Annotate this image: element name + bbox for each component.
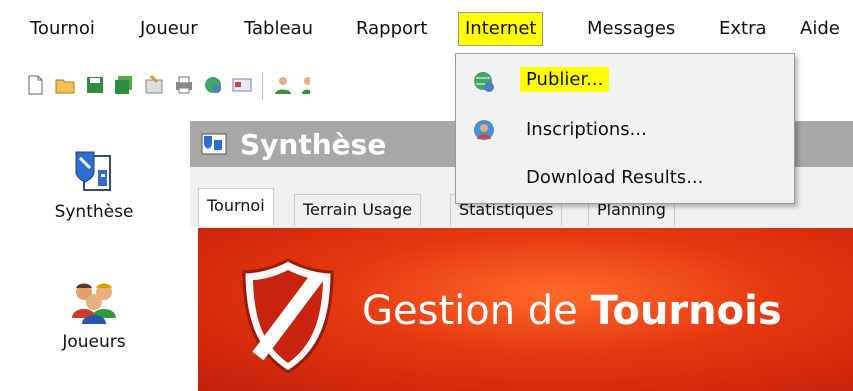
open-folder-icon[interactable]	[54, 74, 76, 96]
menu-aide[interactable]: Aide	[800, 14, 840, 44]
card-icon[interactable]	[231, 74, 253, 96]
sidebar-item-label: Joueurs	[62, 332, 126, 352]
toolbar-separator	[262, 72, 263, 100]
sidebar-item-joueurs[interactable]: Joueurs	[34, 278, 154, 352]
menu-item-inscriptions[interactable]: Inscriptions...	[526, 119, 647, 140]
sidebar: Synthèse Joueurs	[0, 118, 185, 391]
sidebar-item-synthese[interactable]: Synthèse	[34, 148, 154, 222]
tab-terrain-usage[interactable]: Terrain Usage	[294, 194, 422, 226]
menu-bar: Tournoi Joueur Tableau Rapport Internet …	[0, 0, 853, 54]
menu-item-publier[interactable]: Publier...	[520, 67, 610, 92]
shield-logo-icon	[242, 258, 334, 374]
menu-item-download-results[interactable]: Download Results...	[526, 167, 703, 188]
menu-messages[interactable]: Messages	[587, 14, 675, 44]
players-group-icon	[72, 283, 116, 324]
save-icon[interactable]	[84, 74, 106, 96]
summary-small-icon	[201, 133, 227, 155]
menu-rapport[interactable]: Rapport	[356, 14, 427, 44]
menu-internet[interactable]: Internet	[458, 12, 544, 46]
menu-tableau[interactable]: Tableau	[244, 14, 313, 44]
menu-joueur[interactable]: Joueur	[140, 14, 198, 44]
tab-tournoi[interactable]: Tournoi	[198, 188, 274, 226]
banner-title-bold: Tournois	[590, 288, 782, 334]
banner-title: Gestion de Tournois	[362, 288, 782, 334]
summary-document-icon	[75, 151, 111, 191]
globe-icon[interactable]	[202, 74, 224, 96]
user-icon[interactable]	[272, 74, 294, 96]
menu-tournoi[interactable]: Tournoi	[30, 14, 95, 44]
properties-icon[interactable]	[143, 74, 165, 96]
page-title: Synthèse	[240, 128, 387, 161]
sidebar-item-label: Synthèse	[54, 202, 134, 222]
save-all-icon[interactable]	[113, 74, 135, 96]
menu-extra[interactable]: Extra	[719, 14, 767, 44]
globe-publish-icon	[474, 72, 494, 92]
internet-dropdown-menu: Publier... Inscriptions... Download Resu…	[455, 53, 795, 204]
print-icon[interactable]	[173, 74, 195, 96]
globe-person-icon	[474, 120, 494, 140]
new-document-icon[interactable]	[24, 74, 46, 96]
user-partial-icon[interactable]	[300, 74, 310, 96]
banner-title-light: Gestion de	[362, 288, 591, 334]
